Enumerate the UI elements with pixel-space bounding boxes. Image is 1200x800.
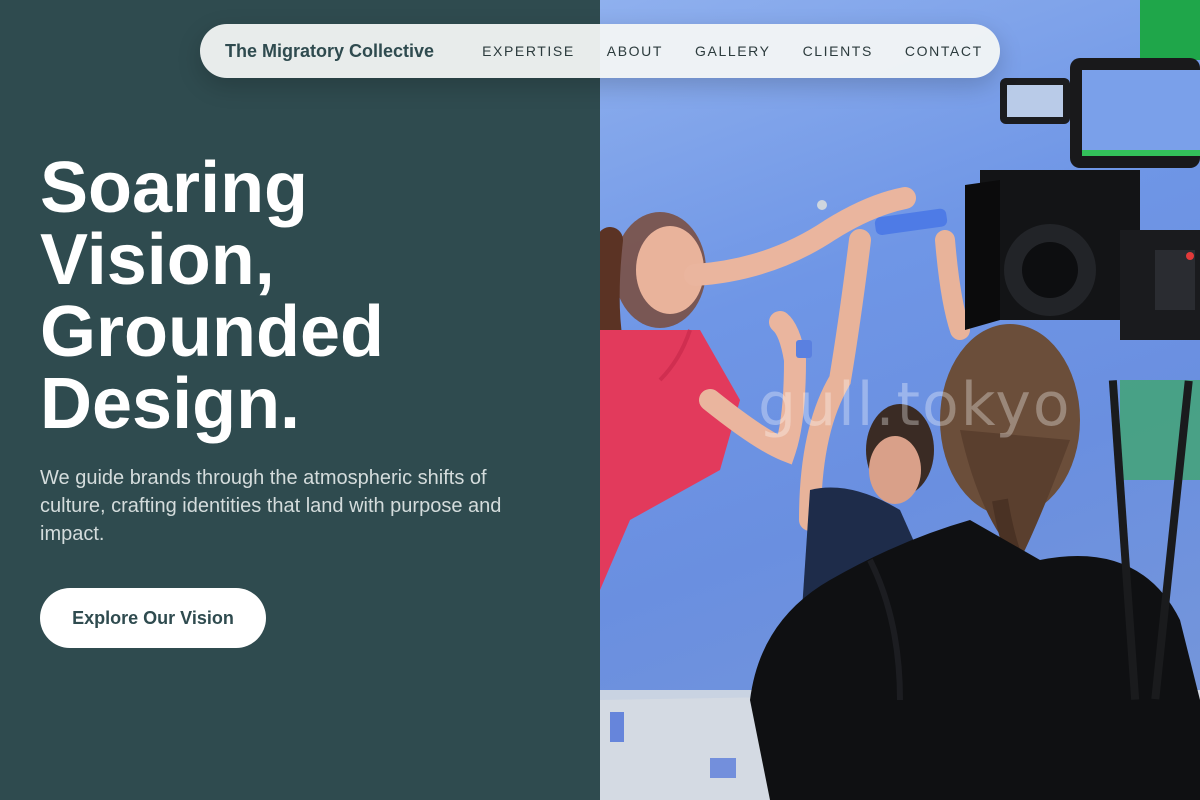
- top-navigation: The Migratory Collective EXPERTISE ABOUT…: [200, 24, 1000, 78]
- headline-line: Soaring: [40, 148, 309, 228]
- headline-line: Design.: [40, 364, 301, 444]
- brand-logo-text[interactable]: The Migratory Collective: [225, 41, 434, 62]
- nav-link-gallery[interactable]: GALLERY: [695, 43, 771, 59]
- blue-prop-small: [796, 340, 812, 358]
- green-screen-panel: [1140, 0, 1200, 60]
- hero-subtext: We guide brands through the atmospheric …: [40, 467, 502, 545]
- nav-link-contact[interactable]: CONTACT: [905, 43, 983, 59]
- nav-link-expertise[interactable]: EXPERTISE: [482, 43, 575, 59]
- watermark-text: gull.tokyo: [758, 370, 1072, 440]
- hero-photo: gull.tokyo: [600, 0, 1200, 800]
- nav-link-about[interactable]: ABOUT: [607, 43, 663, 59]
- headline-line: Grounded: [40, 292, 384, 372]
- nav-links: EXPERTISE ABOUT GALLERY CLIENTS CONTACT: [482, 43, 983, 59]
- explore-vision-button[interactable]: Explore Our Vision: [40, 588, 266, 648]
- nav-link-clients[interactable]: CLIENTS: [803, 43, 873, 59]
- hero-headline: Soaring Vision, Grounded Design.: [40, 152, 560, 440]
- headline-line: Vision,: [40, 220, 275, 300]
